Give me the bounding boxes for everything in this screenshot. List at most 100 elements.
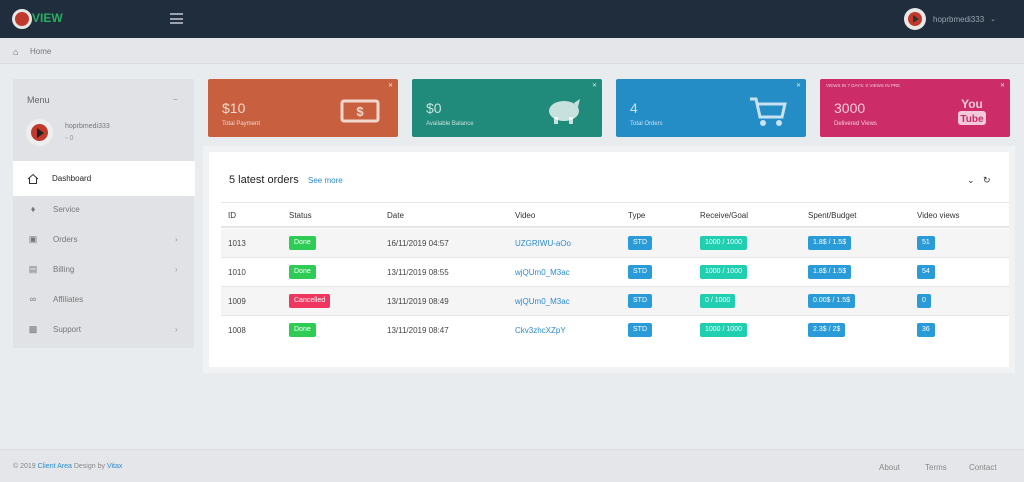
order-id: 1013 — [228, 239, 246, 248]
see-more-link[interactable]: See more — [308, 176, 343, 185]
collapse-menu-icon[interactable]: − — [173, 95, 178, 104]
sidebar: Menu − hoprbmedi333 ◦ 0 ♦ Service ▣ Orde… — [13, 79, 194, 348]
footer-copyright: © 2019 Client Area Design by Vitax — [13, 463, 123, 470]
order-id: 1010 — [228, 268, 246, 277]
column-header-type: Type — [628, 211, 646, 220]
stat-value: 3000 — [834, 100, 866, 116]
column-header-video: Video — [515, 211, 536, 220]
type-badge: STD — [628, 236, 652, 250]
sidebar-item-support[interactable]: ▩ Support › — [13, 314, 194, 344]
column-header-date: Date — [387, 211, 404, 220]
stat-caption: Available Balance — [426, 121, 474, 127]
order-date: 13/11/2019 08:49 — [387, 297, 449, 306]
table-row: 1010 Done 13/11/2019 08:55 wjQUm0_M3ac S… — [221, 258, 1009, 287]
card-icon: ▤ — [28, 263, 38, 274]
type-badge: STD — [628, 294, 652, 308]
refresh-icon[interactable]: ↻ — [983, 175, 991, 186]
cart-icon: ▣ — [28, 233, 38, 244]
video-views-badge: 54 — [917, 265, 935, 279]
receive-goal-badge: 1000 / 1000 — [700, 265, 747, 279]
sidebar-item-dashboard[interactable]: Dashboard — [13, 161, 195, 196]
chevron-right-icon: › — [175, 234, 178, 244]
column-header-spent-budget: Spent/Budget — [808, 211, 857, 220]
close-icon[interactable]: ✕ — [796, 82, 801, 89]
status-badge: Done — [289, 236, 316, 250]
brand-logo[interactable]: VIEW — [12, 9, 63, 29]
sidebar-username: hoprbmedi333 — [65, 123, 110, 130]
sidebar-item-label: Affiliates — [53, 294, 84, 304]
table-row: 1013 Done 16/11/2019 04:57 UZGRIWU-aOo S… — [221, 229, 1009, 258]
video-link[interactable]: Ckv3zhcXZpY — [515, 326, 566, 335]
table-row: 1009 Cancelled 13/11/2019 08:49 wjQUm0_M… — [221, 287, 1009, 316]
receive-goal-badge: 0 / 1000 — [700, 294, 736, 308]
stat-card-delivered-views: VIEWS IN 7 DAYS: 0 VIEWS IN PRE ✕ 3000 D… — [820, 79, 1010, 137]
video-link[interactable]: wjQUm0_M3ac — [515, 268, 570, 277]
order-id: 1009 — [228, 297, 246, 306]
sidebar-item-label: Service — [53, 204, 80, 214]
stat-value: 4 — [630, 100, 638, 116]
breadcrumb-home[interactable]: Home — [30, 47, 51, 56]
sidebar-item-service[interactable]: ♦ Service — [13, 194, 194, 224]
sidebar-item-orders[interactable]: ▣ Orders › — [13, 224, 194, 254]
order-date: 13/11/2019 08:47 — [387, 326, 449, 335]
stat-card-total-orders: ✕ 4 Total Orders — [616, 79, 806, 137]
stat-top-caption: VIEWS IN 7 DAYS: 0 VIEWS IN PRE — [826, 83, 901, 88]
footer-link-contact[interactable]: Contact — [969, 463, 997, 472]
video-views-badge: 36 — [917, 323, 935, 337]
close-icon[interactable]: ✕ — [592, 82, 597, 89]
stat-value: $10 — [222, 100, 246, 116]
order-date: 13/11/2019 08:55 — [387, 268, 449, 277]
ticket-icon: ▩ — [28, 323, 38, 334]
cart-icon — [750, 97, 787, 126]
video-views-badge: 0 — [917, 294, 931, 308]
stat-card-available-balance: ✕ $0 Available Balance — [412, 79, 602, 137]
chevron-down-icon: ⌄ — [990, 16, 997, 23]
type-badge: STD — [628, 265, 652, 279]
chevron-down-icon[interactable]: ⌄ — [967, 175, 975, 186]
sidebar-avatar — [26, 119, 53, 146]
svg-text:You: You — [961, 97, 983, 111]
footer-link-terms[interactable]: Terms — [925, 463, 947, 472]
status-badge: Cancelled — [289, 294, 331, 308]
footer-link-about[interactable]: About — [879, 463, 900, 472]
video-views-badge: 51 — [917, 236, 935, 250]
stat-card-total-payment: ✕ $10 Total Payment $ — [208, 79, 398, 137]
spent-budget-badge: 0.00$ / 1.5$ — [808, 294, 855, 308]
order-id: 1008 — [228, 326, 246, 335]
spent-budget-badge: 1.8$ / 1.5$ — [808, 236, 852, 250]
header-username: hoprbmedi333 — [933, 14, 985, 24]
sidebar-item-label: Billing — [53, 264, 75, 274]
home-icon — [27, 173, 39, 184]
sidebar-item-billing[interactable]: ▤ Billing › — [13, 254, 194, 284]
receive-goal-badge: 1000 / 1000 — [700, 236, 747, 250]
video-link[interactable]: UZGRIWU-aOo — [515, 239, 571, 248]
stat-caption: Total Payment — [222, 121, 261, 127]
stat-caption: Delivered Views — [834, 121, 877, 127]
close-icon[interactable]: ✕ — [388, 82, 393, 89]
spent-budget-badge: 1.8$ / 1.5$ — [808, 265, 852, 279]
video-link[interactable]: wjQUm0_M3ac — [515, 297, 570, 306]
logo-text: VIEW — [32, 11, 63, 25]
svg-text:$: $ — [356, 104, 364, 119]
column-header-receive-goal: Receive/Goal — [700, 211, 749, 220]
status-badge: Done — [289, 323, 316, 337]
order-date: 16/11/2019 04:57 — [387, 239, 449, 248]
footer-brand-link[interactable]: Client Area — [38, 463, 72, 470]
latest-orders-panel: 5 latest orders See more ⌄ ↻ ID Status D… — [203, 146, 1015, 373]
status-badge: Done — [289, 265, 316, 279]
footer-designer-link[interactable]: Vitax — [107, 463, 122, 470]
sidebar-item-affiliates[interactable]: ∞ Affiliates — [13, 284, 194, 314]
table-row: 1008 Done 13/11/2019 08:47 Ckv3zhcXZpY S… — [221, 316, 1009, 345]
sidebar-item-label: Dashboard — [52, 174, 92, 183]
receive-goal-badge: 1000 / 1000 — [700, 323, 747, 337]
type-badge: STD — [628, 323, 652, 337]
breadcrumb: ⌂ Home — [0, 38, 1024, 64]
hamburger-menu-icon[interactable] — [170, 13, 183, 24]
tag-icon: ♦ — [30, 204, 36, 214]
stat-value: $0 — [426, 100, 442, 116]
sidebar-user-balance: ◦ 0 — [65, 135, 74, 142]
user-menu[interactable]: hoprbmedi333 ⌄ — [904, 8, 996, 30]
home-icon: ⌂ — [13, 47, 19, 57]
panel-title: 5 latest orders — [229, 174, 299, 186]
close-icon[interactable]: ✕ — [1000, 82, 1005, 89]
